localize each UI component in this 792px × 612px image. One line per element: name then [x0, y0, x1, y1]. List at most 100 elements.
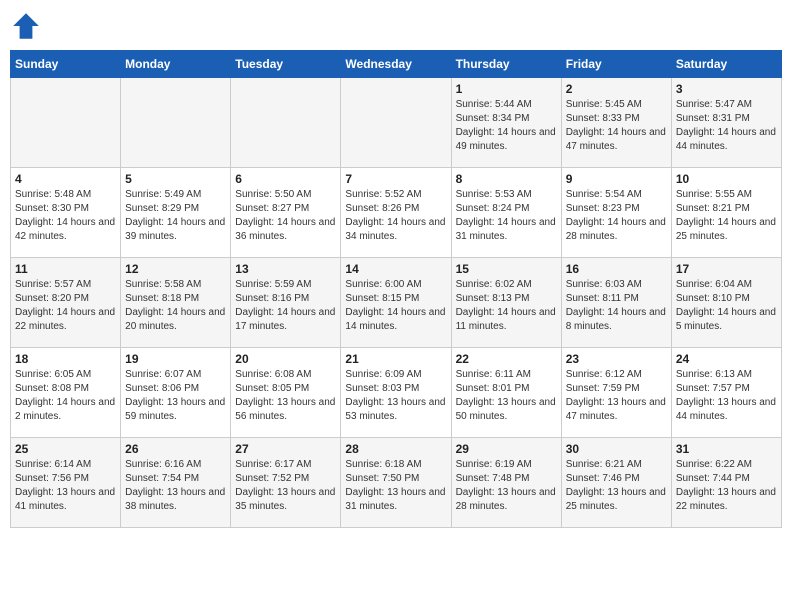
calendar-cell: 28 Sunrise: 6:18 AM Sunset: 7:50 PM Dayli… [341, 438, 451, 528]
calendar-cell: 25 Sunrise: 6:14 AM Sunset: 7:56 PM Dayli… [11, 438, 121, 528]
day-number: 21 [345, 352, 446, 366]
day-info: Sunrise: 5:57 AM Sunset: 8:20 PM Dayligh… [15, 278, 116, 334]
week-row-1: 1 Sunrise: 5:44 AM Sunset: 8:34 PM Daylig… [11, 78, 782, 168]
calendar-cell: 22Sunrise: 6:11 AM Sunset: 8:01 PM Dayli… [451, 348, 561, 438]
day-number: 26 [125, 442, 226, 456]
day-info: Sunrise: 5:48 AM Sunset: 8:30 PM Dayligh… [15, 188, 116, 244]
day-number: 4 [15, 172, 116, 186]
calendar-cell: 2Sunrise: 5:45 AM Sunset: 8:33 PM Daylig… [561, 78, 671, 168]
calendar-cell [231, 78, 341, 168]
day-header-friday: Friday [561, 51, 671, 78]
day-number: 27 [235, 442, 336, 456]
day-info: Sunrise: 6:13 AM Sunset: 7:57 PM Dayligh… [676, 368, 777, 424]
calendar-cell: 26 Sunrise: 6:16 AM Sunset: 7:54 PM Dayli… [121, 438, 231, 528]
day-number: 3 [676, 82, 777, 96]
calendar-cell: 10 Sunrise: 5:55 AM Sunset: 8:21 PM Dayli… [671, 168, 781, 258]
calendar-cell: 6Sunrise: 5:50 AM Sunset: 8:27 PM Daylig… [231, 168, 341, 258]
day-number: 1 [456, 82, 557, 96]
day-info: Sunrise: 6:12 AM Sunset: 7:59 PM Dayligh… [566, 368, 667, 424]
day-info: Sunrise: 6:07 AM Sunset: 8:06 PM Dayligh… [125, 368, 226, 424]
calendar-cell: 24 Sunrise: 6:13 AM Sunset: 7:57 PM Dayli… [671, 348, 781, 438]
day-info: Sunrise: 6:09 AM Sunset: 8:03 PM Dayligh… [345, 368, 446, 424]
day-number: 14 [345, 262, 446, 276]
calendar-cell: 14 Sunrise: 6:00 AM Sunset: 8:15 PM Dayli… [341, 258, 451, 348]
week-row-4: 18Sunrise: 6:05 AM Sunset: 8:08 PM Dayli… [11, 348, 782, 438]
day-info: Sunrise: 6:16 AM Sunset: 7:54 PM Dayligh… [125, 458, 226, 514]
day-number: 18 [15, 352, 116, 366]
day-header-wednesday: Wednesday [341, 51, 451, 78]
day-number: 28 [345, 442, 446, 456]
day-header-tuesday: Tuesday [231, 51, 341, 78]
calendar-cell: 1 Sunrise: 5:44 AM Sunset: 8:34 PM Daylig… [451, 78, 561, 168]
calendar-cell [11, 78, 121, 168]
calendar-table: SundayMondayTuesdayWednesdayThursdayFrid… [10, 50, 782, 528]
day-info: Sunrise: 6:02 AM Sunset: 8:13 PM Dayligh… [456, 278, 557, 334]
calendar-cell: 13 Sunrise: 5:59 AM Sunset: 8:16 PM Dayli… [231, 258, 341, 348]
calendar-cell: 30 Sunrise: 6:21 AM Sunset: 7:46 PM Dayli… [561, 438, 671, 528]
day-info: Sunrise: 6:03 AM Sunset: 8:11 PM Dayligh… [566, 278, 667, 334]
day-number: 20 [235, 352, 336, 366]
day-number: 25 [15, 442, 116, 456]
calendar-cell: 29 Sunrise: 6:19 AM Sunset: 7:48 PM Dayli… [451, 438, 561, 528]
calendar-cell: 3 Sunrise: 5:47 AM Sunset: 8:31 PM Daylig… [671, 78, 781, 168]
day-info: Sunrise: 6:22 AM Sunset: 7:44 PM Dayligh… [676, 458, 777, 514]
day-info: Sunrise: 5:54 AM Sunset: 8:23 PM Dayligh… [566, 188, 667, 244]
day-header-thursday: Thursday [451, 51, 561, 78]
day-number: 17 [676, 262, 777, 276]
day-number: 13 [235, 262, 336, 276]
page-header [10, 10, 782, 42]
day-info: Sunrise: 5:44 AM Sunset: 8:34 PM Dayligh… [456, 98, 557, 154]
day-header-saturday: Saturday [671, 51, 781, 78]
week-row-5: 25 Sunrise: 6:14 AM Sunset: 7:56 PM Dayli… [11, 438, 782, 528]
day-info: Sunrise: 6:08 AM Sunset: 8:05 PM Dayligh… [235, 368, 336, 424]
calendar-cell: 18Sunrise: 6:05 AM Sunset: 8:08 PM Dayli… [11, 348, 121, 438]
day-info: Sunrise: 5:47 AM Sunset: 8:31 PM Dayligh… [676, 98, 777, 154]
day-number: 24 [676, 352, 777, 366]
day-number: 29 [456, 442, 557, 456]
calendar-cell: 23Sunrise: 6:12 AM Sunset: 7:59 PM Dayli… [561, 348, 671, 438]
day-info: Sunrise: 5:55 AM Sunset: 8:21 PM Dayligh… [676, 188, 777, 244]
calendar-cell: 9Sunrise: 5:54 AM Sunset: 8:23 PM Daylig… [561, 168, 671, 258]
day-info: Sunrise: 6:17 AM Sunset: 7:52 PM Dayligh… [235, 458, 336, 514]
day-info: Sunrise: 6:19 AM Sunset: 7:48 PM Dayligh… [456, 458, 557, 514]
day-number: 7 [345, 172, 446, 186]
calendar-cell: 11Sunrise: 5:57 AM Sunset: 8:20 PM Dayli… [11, 258, 121, 348]
day-info: Sunrise: 5:58 AM Sunset: 8:18 PM Dayligh… [125, 278, 226, 334]
day-number: 8 [456, 172, 557, 186]
day-number: 15 [456, 262, 557, 276]
calendar-cell: 20 Sunrise: 6:08 AM Sunset: 8:05 PM Dayli… [231, 348, 341, 438]
header-row: SundayMondayTuesdayWednesdayThursdayFrid… [11, 51, 782, 78]
day-number: 10 [676, 172, 777, 186]
day-number: 31 [676, 442, 777, 456]
day-info: Sunrise: 6:04 AM Sunset: 8:10 PM Dayligh… [676, 278, 777, 334]
calendar-cell: 7 Sunrise: 5:52 AM Sunset: 8:26 PM Daylig… [341, 168, 451, 258]
calendar-cell: 19 Sunrise: 6:07 AM Sunset: 8:06 PM Dayli… [121, 348, 231, 438]
calendar-cell: 17 Sunrise: 6:04 AM Sunset: 8:10 PM Dayli… [671, 258, 781, 348]
calendar-cell: 21 Sunrise: 6:09 AM Sunset: 8:03 PM Dayli… [341, 348, 451, 438]
week-row-3: 11Sunrise: 5:57 AM Sunset: 8:20 PM Dayli… [11, 258, 782, 348]
day-info: Sunrise: 5:59 AM Sunset: 8:16 PM Dayligh… [235, 278, 336, 334]
day-info: Sunrise: 5:45 AM Sunset: 8:33 PM Dayligh… [566, 98, 667, 154]
day-info: Sunrise: 5:52 AM Sunset: 8:26 PM Dayligh… [345, 188, 446, 244]
calendar-cell: 15 Sunrise: 6:02 AM Sunset: 8:13 PM Dayli… [451, 258, 561, 348]
day-info: Sunrise: 6:11 AM Sunset: 8:01 PM Dayligh… [456, 368, 557, 424]
day-number: 6 [235, 172, 336, 186]
day-info: Sunrise: 6:14 AM Sunset: 7:56 PM Dayligh… [15, 458, 116, 514]
day-number: 30 [566, 442, 667, 456]
calendar-cell: 12Sunrise: 5:58 AM Sunset: 8:18 PM Dayli… [121, 258, 231, 348]
calendar-cell [121, 78, 231, 168]
calendar-cell: 16 Sunrise: 6:03 AM Sunset: 8:11 PM Dayli… [561, 258, 671, 348]
day-number: 16 [566, 262, 667, 276]
calendar-cell: 27 Sunrise: 6:17 AM Sunset: 7:52 PM Dayli… [231, 438, 341, 528]
day-header-sunday: Sunday [11, 51, 121, 78]
day-info: Sunrise: 6:18 AM Sunset: 7:50 PM Dayligh… [345, 458, 446, 514]
day-header-monday: Monday [121, 51, 231, 78]
calendar-cell: 8 Sunrise: 5:53 AM Sunset: 8:24 PM Daylig… [451, 168, 561, 258]
day-info: Sunrise: 5:49 AM Sunset: 8:29 PM Dayligh… [125, 188, 226, 244]
day-number: 19 [125, 352, 226, 366]
day-info: Sunrise: 6:00 AM Sunset: 8:15 PM Dayligh… [345, 278, 446, 334]
day-info: Sunrise: 6:21 AM Sunset: 7:46 PM Dayligh… [566, 458, 667, 514]
week-row-2: 4 Sunrise: 5:48 AM Sunset: 8:30 PM Daylig… [11, 168, 782, 258]
calendar-cell [341, 78, 451, 168]
day-info: Sunrise: 5:53 AM Sunset: 8:24 PM Dayligh… [456, 188, 557, 244]
